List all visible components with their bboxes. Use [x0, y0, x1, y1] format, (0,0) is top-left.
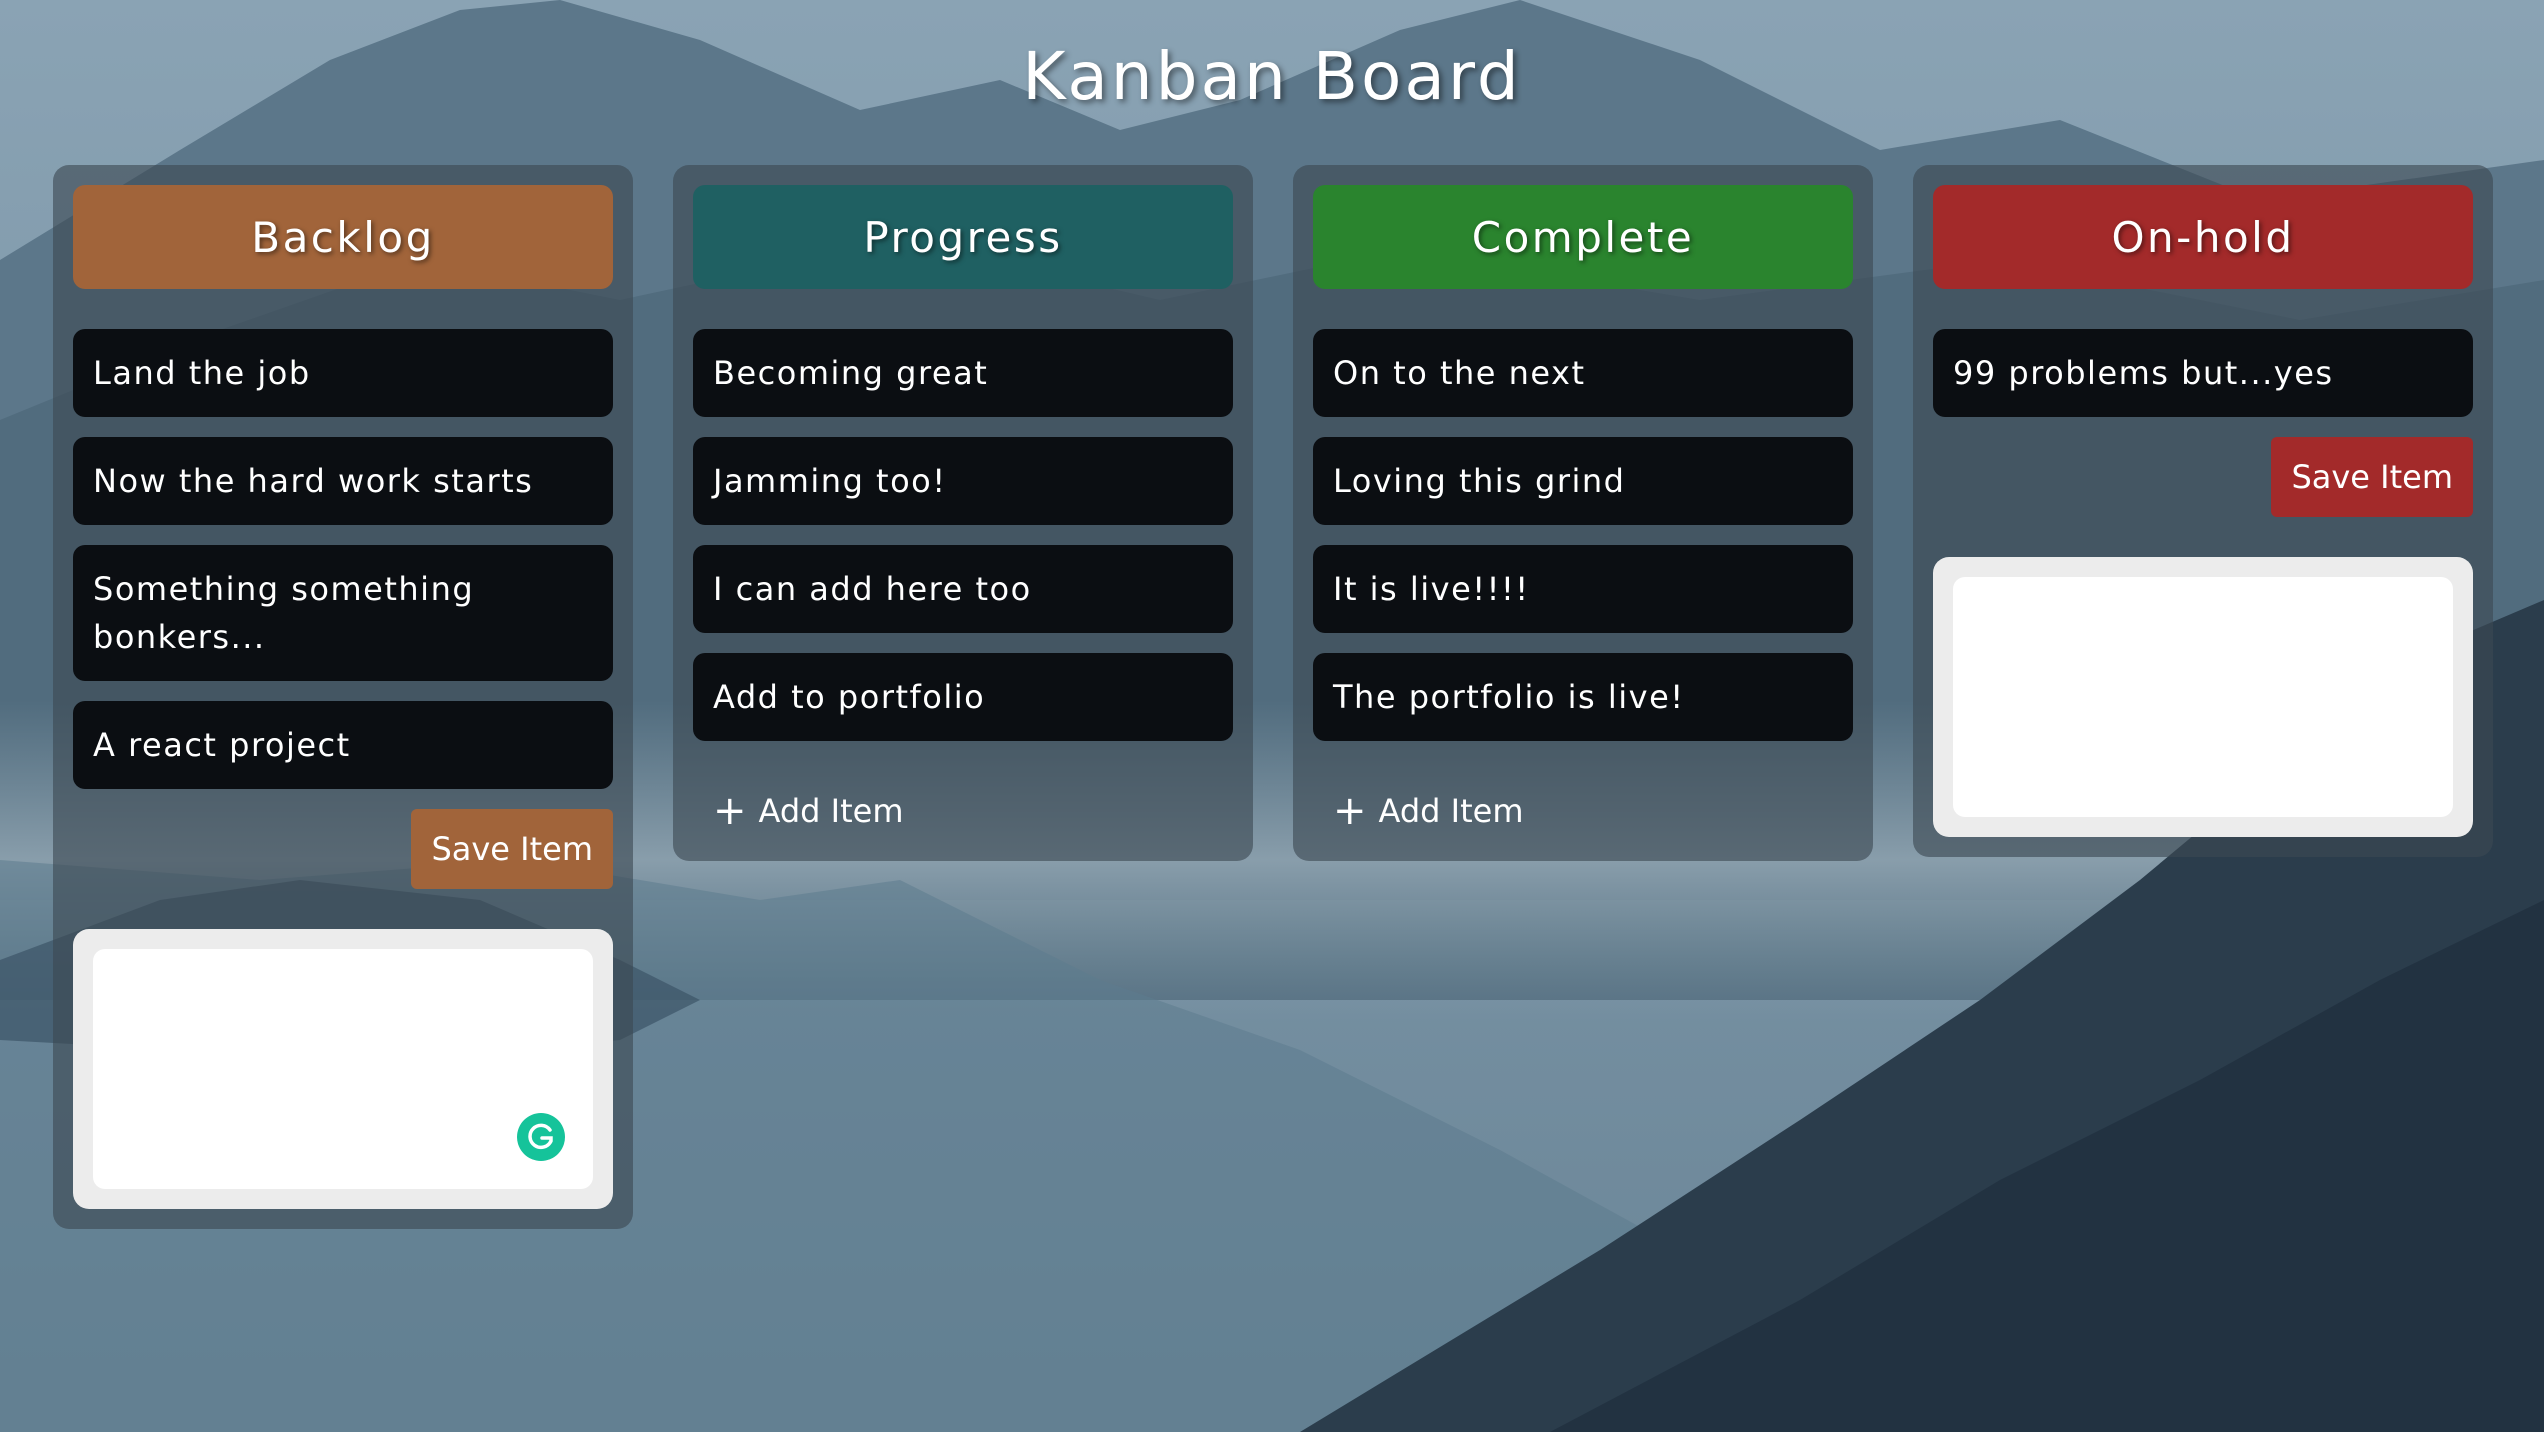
save-row-backlog: Save Item [73, 809, 613, 889]
column-header-progress: Progress [693, 185, 1233, 289]
page-title: Kanban Board [1022, 38, 1522, 115]
save-row-onhold: Save Item [1933, 437, 2473, 517]
add-item-input-onhold[interactable] [1953, 577, 2453, 817]
column-header-onhold: On-hold [1933, 185, 2473, 289]
card[interactable]: Becoming great [693, 329, 1233, 417]
plus-icon: + [1333, 788, 1367, 834]
card[interactable]: Loving this grind [1313, 437, 1853, 525]
add-item-label: Add Item [758, 792, 904, 830]
add-item-button-progress[interactable]: + Add Item [693, 781, 1233, 841]
plus-icon: + [713, 788, 747, 834]
card[interactable]: On to the next [1313, 329, 1853, 417]
grammarly-icon[interactable] [517, 1113, 565, 1161]
kanban-board: Backlog Land the job Now the hard work s… [53, 165, 2493, 1365]
save-item-button-backlog[interactable]: Save Item [411, 809, 613, 889]
card[interactable]: Land the job [73, 329, 613, 417]
column-items-onhold: 99 problems but...yes [1933, 329, 2473, 417]
column-onhold: On-hold 99 problems but...yes Save Item [1913, 165, 2493, 857]
add-item-input-backlog[interactable] [93, 949, 593, 1189]
column-items-complete: On to the next Loving this grind It is l… [1313, 329, 1853, 741]
save-item-button-onhold[interactable]: Save Item [2271, 437, 2473, 517]
card[interactable]: 99 problems but...yes [1933, 329, 2473, 417]
add-item-container-backlog [73, 929, 613, 1209]
column-progress: Progress Becoming great Jamming too! I c… [673, 165, 1253, 861]
column-items-progress: Becoming great Jamming too! I can add he… [693, 329, 1233, 741]
column-backlog: Backlog Land the job Now the hard work s… [53, 165, 633, 1229]
card[interactable]: The portfolio is live! [1313, 653, 1853, 741]
card[interactable]: Now the hard work starts [73, 437, 613, 525]
add-item-button-complete[interactable]: + Add Item [1313, 781, 1853, 841]
column-complete: Complete On to the next Loving this grin… [1293, 165, 1873, 861]
card[interactable]: A react project [73, 701, 613, 789]
add-item-label: Add Item [1378, 792, 1524, 830]
card[interactable]: Something something bonkers... [73, 545, 613, 681]
card[interactable]: I can add here too [693, 545, 1233, 633]
card[interactable]: Add to portfolio [693, 653, 1233, 741]
column-header-complete: Complete [1313, 185, 1853, 289]
card[interactable]: Jamming too! [693, 437, 1233, 525]
column-header-backlog: Backlog [73, 185, 613, 289]
card[interactable]: It is live!!!! [1313, 545, 1853, 633]
add-item-container-onhold [1933, 557, 2473, 837]
column-items-backlog: Land the job Now the hard work starts So… [73, 329, 613, 789]
